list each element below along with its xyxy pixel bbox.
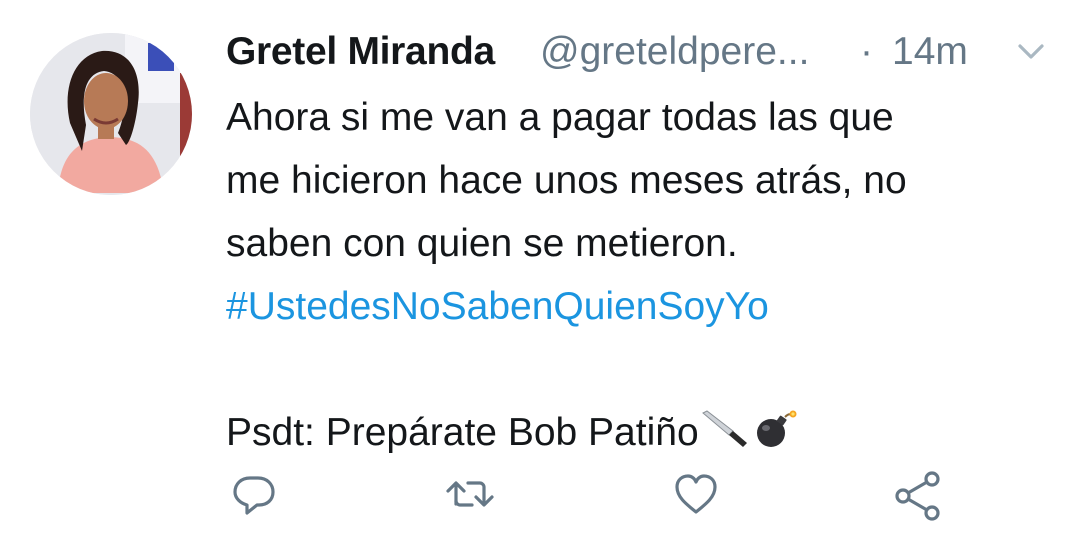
retweet-button[interactable] xyxy=(444,470,494,518)
reply-button[interactable] xyxy=(230,470,278,518)
tweet-text-line: me hicieron hace unos meses atrás, no xyxy=(226,159,907,202)
avatar-photo xyxy=(30,33,192,195)
share-icon xyxy=(892,470,940,522)
tweet-text-line: Ahora si me van a pagar todas las que xyxy=(226,96,894,139)
tweet-header: Gretel Miranda @greteldpere... · 14m xyxy=(226,26,1056,86)
like-button[interactable] xyxy=(672,470,720,518)
like-icon xyxy=(672,470,720,518)
timestamp[interactable]: 14m xyxy=(892,30,968,74)
chevron-down-icon[interactable] xyxy=(1016,40,1046,64)
reply-icon xyxy=(230,470,278,518)
tweet-text: Ahora si me van a pagar todas las que me… xyxy=(226,86,1046,464)
share-button[interactable] xyxy=(892,470,940,521)
tweet-text-line-psdt: Psdt: Prepárate Bob Patiño xyxy=(226,401,1046,464)
separator-dot: · xyxy=(860,30,873,73)
bomb-icon xyxy=(751,405,799,468)
retweet-icon xyxy=(444,470,494,518)
hashtag-link[interactable]: #UstedesNoSabenQuienSoyYo xyxy=(226,275,1046,338)
psdt-text: Psdt: Prepárate Bob Patiño xyxy=(226,411,699,454)
knife-icon xyxy=(699,405,751,468)
author-name[interactable]: Gretel Miranda xyxy=(226,30,495,74)
tweet-card[interactable]: Gretel Miranda @greteldpere... · 14m Aho… xyxy=(0,0,1072,537)
tweet-actions xyxy=(226,470,966,526)
tweet-text-line: saben con quien se metieron. xyxy=(226,222,738,265)
avatar[interactable] xyxy=(30,33,192,195)
author-handle[interactable]: @greteldpere... xyxy=(540,30,809,74)
